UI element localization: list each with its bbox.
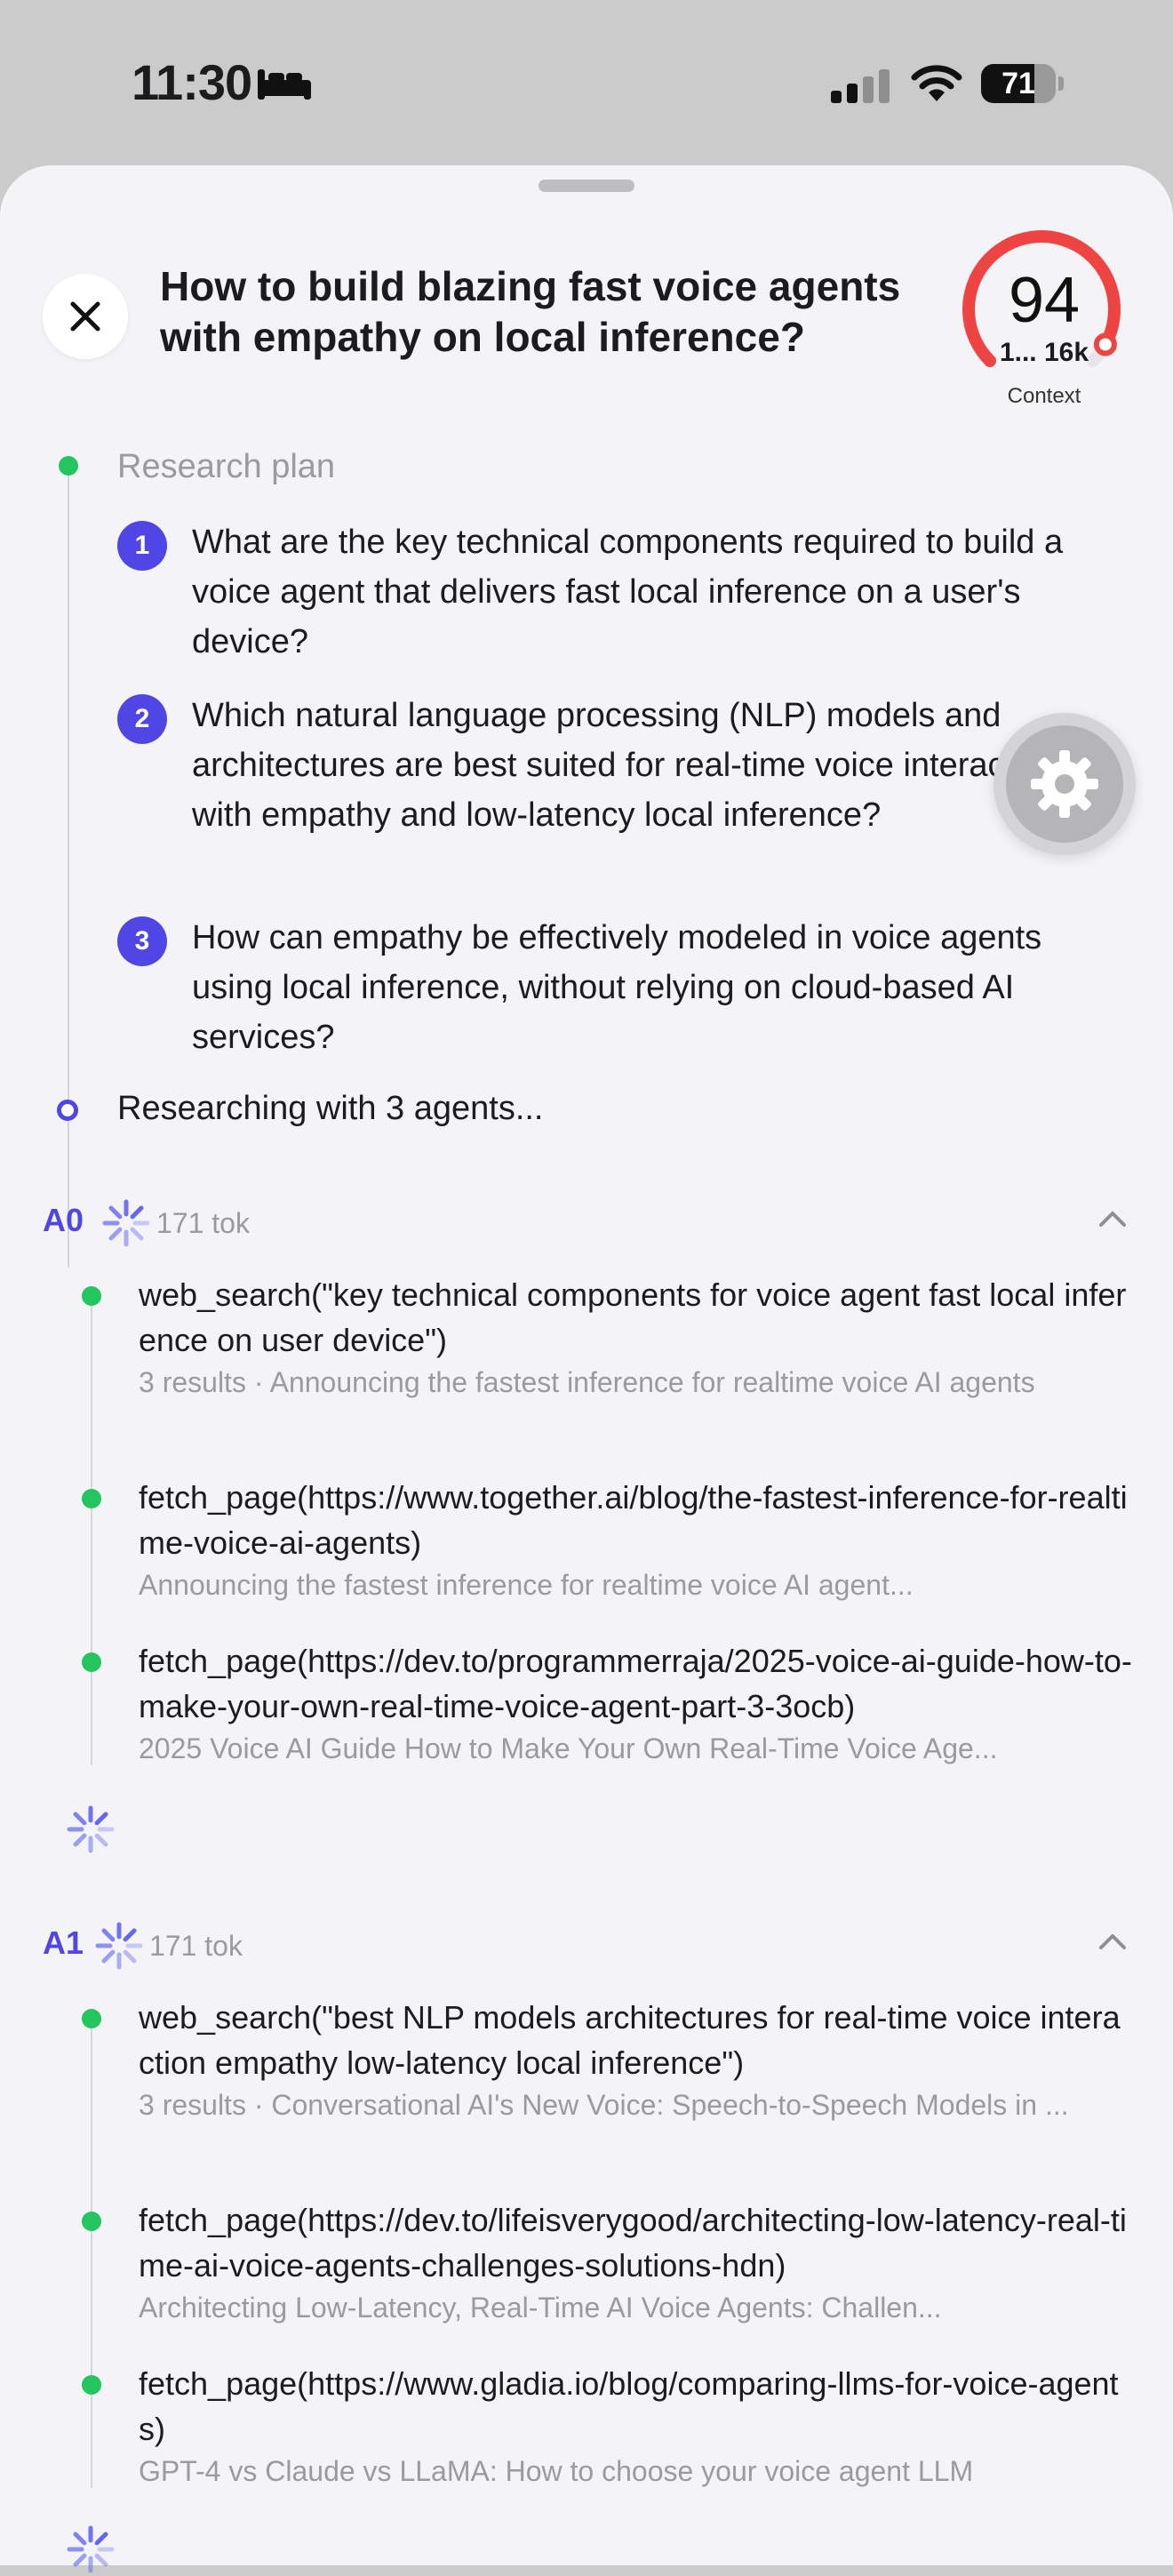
sleep-mode-icon <box>258 69 311 100</box>
tool-call-item[interactable]: fetch_page(https://www.gladia.io/blog/co… <box>139 2361 1134 2492</box>
timeline-line <box>68 468 69 1268</box>
tool-call-item[interactable]: web_search("key technical components for… <box>139 1272 1134 1403</box>
settings-button[interactable] <box>993 713 1136 855</box>
tool-call-text: fetch_page(https://dev.to/programmerraja… <box>139 1643 1132 1724</box>
loading-spinner-icon <box>102 1199 150 1247</box>
close-button[interactable] <box>43 274 128 359</box>
research-sheet: How to build blazing fast voice agents w… <box>0 165 1173 2573</box>
step-text: What are the key technical components re… <box>192 524 1064 660</box>
page-title: How to build blazing fast voice agents w… <box>160 263 901 360</box>
step-text: How can empathy be effectively modeled i… <box>192 919 1042 1056</box>
battery-percent: 71 <box>1001 67 1035 100</box>
tool-result-text: 3 results · Conversational AI's New Voic… <box>139 2089 1069 2121</box>
chevron-up-icon[interactable] <box>1098 1932 1127 1951</box>
sheet-grabber[interactable] <box>539 180 634 192</box>
tool-call-text: fetch_page(https://www.together.ai/blog/… <box>139 1479 1128 1561</box>
tool-call-item[interactable]: web_search("best NLP models architecture… <box>139 1995 1134 2125</box>
step-number-badge: 2 <box>117 694 167 744</box>
wifi-icon <box>911 65 962 101</box>
cellular-signal-icon <box>831 69 890 103</box>
tool-result-text: 3 results · Announcing the fastest infer… <box>139 1366 1035 1398</box>
agent-timeline-line <box>91 1303 92 1765</box>
loading-spinner-icon <box>95 1922 143 1970</box>
tool-status-dot <box>82 1489 101 1508</box>
tool-result-text: GPT-4 vs Claude vs LLaMA: How to choose … <box>139 2455 974 2487</box>
agent-token-count: 171 tok <box>149 1930 243 1962</box>
tool-status-dot <box>82 1652 101 1672</box>
tool-call-item[interactable]: fetch_page(https://www.together.ai/blog/… <box>139 1475 1134 1605</box>
tool-status-dot <box>82 2375 101 2395</box>
battery-indicator: 71 <box>981 64 1064 103</box>
status-bar: 11:30 71 <box>0 0 1173 169</box>
context-gauge-tokens: 1... 16k <box>999 338 1089 367</box>
research-plan-label: Research plan <box>117 448 336 485</box>
tool-result-text: Architecting Low-Latency, Real-Time AI V… <box>139 2292 942 2324</box>
tool-call-item[interactable]: fetch_page(https://dev.to/programmerraja… <box>139 1638 1134 1769</box>
in-progress-ring-icon <box>57 1100 78 1121</box>
context-gauge-value: 94 <box>1008 265 1081 336</box>
agent-header[interactable]: A0 171 tok <box>43 1196 1127 1250</box>
loading-spinner-icon <box>67 2525 115 2573</box>
tool-status-dot <box>82 2212 101 2231</box>
close-icon <box>70 301 100 332</box>
plan-status-dot <box>59 456 78 476</box>
tool-call-text: web_search("key technical components for… <box>139 1276 1127 1358</box>
tool-result-text: 2025 Voice AI Guide How to Make Your Own… <box>139 1732 998 1764</box>
agent-token-count: 171 tok <box>156 1207 250 1239</box>
step-number-badge: 1 <box>117 521 167 571</box>
step-number-badge: 3 <box>117 916 167 966</box>
tool-status-dot <box>82 1286 101 1306</box>
tool-call-text: web_search("best NLP models architecture… <box>139 1999 1121 2081</box>
gear-icon <box>1031 750 1098 818</box>
tool-call-item[interactable]: fetch_page(https://dev.to/lifeisverygood… <box>139 2197 1134 2328</box>
loading-spinner-icon <box>67 1805 115 1853</box>
tool-call-text: fetch_page(https://www.gladia.io/blog/co… <box>139 2365 1119 2447</box>
status-time: 11:30 <box>132 54 252 110</box>
agent-timeline-line <box>91 2026 92 2488</box>
tool-status-dot <box>82 2009 101 2028</box>
research-status: Researching with 3 agents... <box>117 1090 544 1127</box>
agent-header[interactable]: A1 171 tok <box>43 1919 1127 1972</box>
tool-result-text: Announcing the fastest inference for rea… <box>139 1569 914 1601</box>
tool-call-text: fetch_page(https://dev.to/lifeisverygood… <box>139 2202 1127 2284</box>
step-text: Which natural language processing (NLP) … <box>192 697 1059 834</box>
chevron-up-icon[interactable] <box>1098 1209 1127 1228</box>
context-gauge-label: Context <box>1007 384 1081 408</box>
agent-id: A0 <box>43 1202 84 1238</box>
agent-id: A1 <box>43 1924 84 1961</box>
